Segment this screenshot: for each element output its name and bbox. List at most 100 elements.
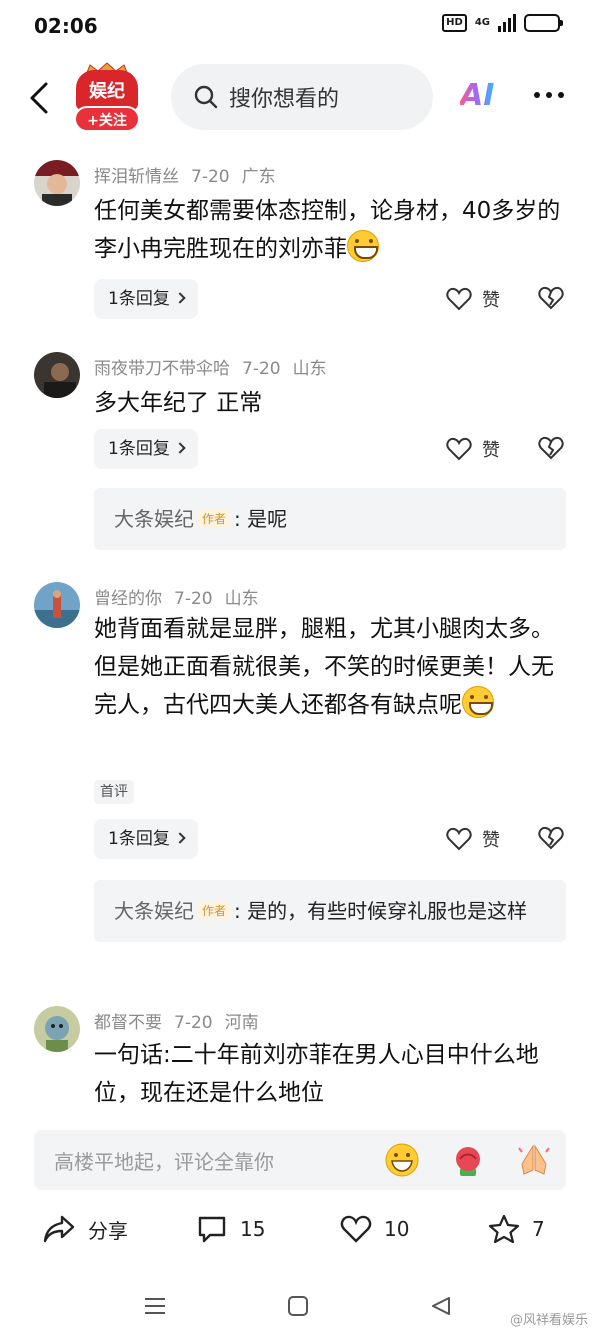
heart-icon bbox=[446, 287, 472, 311]
like-post-button[interactable]: 10 bbox=[340, 1214, 409, 1244]
system-back-button[interactable] bbox=[430, 1296, 452, 1320]
grin-emoji-icon bbox=[385, 1143, 419, 1177]
comment-location: 河南 bbox=[224, 1013, 259, 1033]
view-replies-button[interactable]: 1条回复 bbox=[94, 279, 198, 319]
comment-meta: 曾经的你 7-20 山东 bbox=[94, 584, 259, 609]
battery-icon bbox=[524, 14, 563, 32]
reply-text: : 是呢 bbox=[234, 507, 288, 531]
chevron-right-icon bbox=[174, 292, 186, 304]
avatar[interactable] bbox=[34, 1006, 80, 1052]
rose-emoji-button[interactable] bbox=[450, 1142, 486, 1178]
star-icon bbox=[488, 1214, 520, 1244]
status-time: 02:06 bbox=[34, 14, 98, 38]
status-icons: HD 4G bbox=[442, 14, 563, 32]
menu-lines-icon bbox=[145, 1298, 165, 1314]
system-nav-bar: @风祥看娱乐 bbox=[0, 1280, 600, 1336]
chevron-right-icon bbox=[174, 832, 186, 844]
comment-username[interactable]: 曾经的你 bbox=[94, 589, 162, 609]
hd-icon: HD bbox=[442, 14, 467, 32]
comment-text: 她背面看就是显胖，腿粗，尤其小腿肉太多。但是她正面看就很美，不笑的时候更美！人无… bbox=[94, 616, 554, 718]
comment-date: 7-20 bbox=[242, 359, 281, 379]
praying-hands-icon bbox=[518, 1144, 550, 1175]
heart-icon bbox=[340, 1215, 372, 1243]
comment-text: 任何美女都需要体态控制，论身材，40多岁的李小冉完胜现在的刘亦菲 bbox=[94, 198, 561, 262]
comment-location: 山东 bbox=[224, 589, 259, 609]
home-button[interactable] bbox=[287, 1296, 309, 1320]
comment-date: 7-20 bbox=[174, 589, 213, 609]
comment-bubble-icon bbox=[198, 1216, 226, 1243]
dislike-button[interactable] bbox=[538, 436, 564, 464]
back-arrow-icon bbox=[30, 82, 48, 114]
bottom-action-bar: 分享 15 10 7 bbox=[0, 1204, 600, 1260]
reply-author[interactable]: 大条娱纪 bbox=[114, 899, 194, 923]
author-badge: 作者 bbox=[198, 510, 231, 528]
account-logo[interactable]: 娱纪 +关注 bbox=[72, 62, 142, 132]
comment-date: 7-20 bbox=[191, 167, 230, 187]
author-reply[interactable]: 大条娱纪 作者: 是的，有些时候穿礼服也是这样 bbox=[94, 880, 566, 942]
search-box[interactable]: 搜你想看的 bbox=[171, 64, 433, 130]
square-icon bbox=[288, 1296, 308, 1316]
author-badge: 作者 bbox=[198, 902, 231, 920]
avatar[interactable] bbox=[34, 582, 80, 628]
more-dot-icon bbox=[534, 92, 540, 98]
comment-username[interactable]: 都督不要 bbox=[94, 1013, 162, 1033]
comment-date: 7-20 bbox=[174, 1013, 213, 1033]
ai-button[interactable]: AI bbox=[460, 78, 494, 113]
comment-username[interactable]: 挥泪斩情丝 bbox=[94, 167, 179, 187]
comment-username[interactable]: 雨夜带刀不带伞哈 bbox=[94, 359, 230, 379]
comment-location: 山东 bbox=[292, 359, 327, 379]
search-placeholder: 搜你想看的 bbox=[229, 87, 340, 112]
signal-icon bbox=[498, 14, 516, 32]
comment-text: 一句话:二十年前刘亦菲在男人心目中什么地位，现在还是什么地位 bbox=[94, 1042, 539, 1106]
first-comment-tag: 首评 bbox=[94, 780, 134, 804]
broken-heart-icon bbox=[538, 826, 564, 850]
like-button[interactable]: 赞 bbox=[446, 826, 500, 852]
comment-location: 广东 bbox=[241, 167, 276, 187]
triangle-back-icon bbox=[432, 1297, 450, 1315]
favorite-button[interactable]: 7 bbox=[488, 1214, 545, 1244]
logo-badge: 娱纪 bbox=[76, 70, 138, 110]
comment-text: 多大年纪了 正常 bbox=[94, 390, 263, 416]
heart-icon bbox=[446, 437, 472, 461]
heart-icon bbox=[446, 827, 472, 851]
comment-meta: 都督不要 7-20 河南 bbox=[94, 1008, 259, 1033]
dislike-button[interactable] bbox=[538, 286, 564, 314]
grin-emoji-icon bbox=[347, 230, 379, 262]
avatar[interactable] bbox=[34, 352, 80, 398]
share-label: 分享 bbox=[88, 1218, 128, 1243]
view-replies-button[interactable]: 1条回复 bbox=[94, 429, 198, 469]
top-nav: 娱纪 +关注 搜你想看的 AI bbox=[0, 56, 600, 140]
share-button[interactable]: 分享 bbox=[42, 1214, 128, 1244]
like-button[interactable]: 赞 bbox=[446, 286, 500, 312]
grin-emoji-button[interactable] bbox=[384, 1142, 420, 1178]
network-type-icon: 4G bbox=[474, 17, 490, 28]
view-replies-button[interactable]: 1条回复 bbox=[94, 819, 198, 859]
broken-heart-icon bbox=[538, 436, 564, 460]
reply-author[interactable]: 大条娱纪 bbox=[114, 507, 194, 531]
avatar[interactable] bbox=[34, 160, 80, 206]
dislike-button[interactable] bbox=[538, 826, 564, 854]
laughing-emoji-icon bbox=[462, 686, 494, 718]
pray-emoji-button[interactable] bbox=[516, 1142, 552, 1178]
follow-button[interactable]: +关注 bbox=[74, 106, 140, 132]
chevron-right-icon bbox=[174, 442, 186, 454]
broken-heart-icon bbox=[538, 286, 564, 310]
more-dot-icon bbox=[558, 92, 564, 98]
comment-input[interactable]: 高楼平地起，评论全靠你 bbox=[34, 1130, 566, 1190]
search-icon bbox=[194, 85, 218, 109]
menu-button[interactable] bbox=[144, 1296, 166, 1320]
back-button[interactable] bbox=[26, 78, 56, 118]
like-button[interactable]: 赞 bbox=[446, 436, 500, 462]
rose-icon bbox=[456, 1147, 480, 1176]
reply-text: : 是的，有些时候穿礼服也是这样 bbox=[234, 899, 528, 923]
comments-count: 15 bbox=[240, 1217, 266, 1241]
favorites-count: 7 bbox=[532, 1217, 545, 1241]
author-reply[interactable]: 大条娱纪 作者: 是呢 bbox=[94, 488, 566, 550]
watermark: @风祥看娱乐 bbox=[509, 1313, 588, 1328]
comment-meta: 挥泪斩情丝 7-20 广东 bbox=[94, 162, 276, 187]
comment-meta: 雨夜带刀不带伞哈 7-20 山东 bbox=[94, 354, 327, 379]
comments-button[interactable]: 15 bbox=[196, 1214, 265, 1244]
more-button[interactable] bbox=[534, 92, 564, 98]
share-icon bbox=[43, 1215, 75, 1243]
more-dot-icon bbox=[546, 92, 552, 98]
